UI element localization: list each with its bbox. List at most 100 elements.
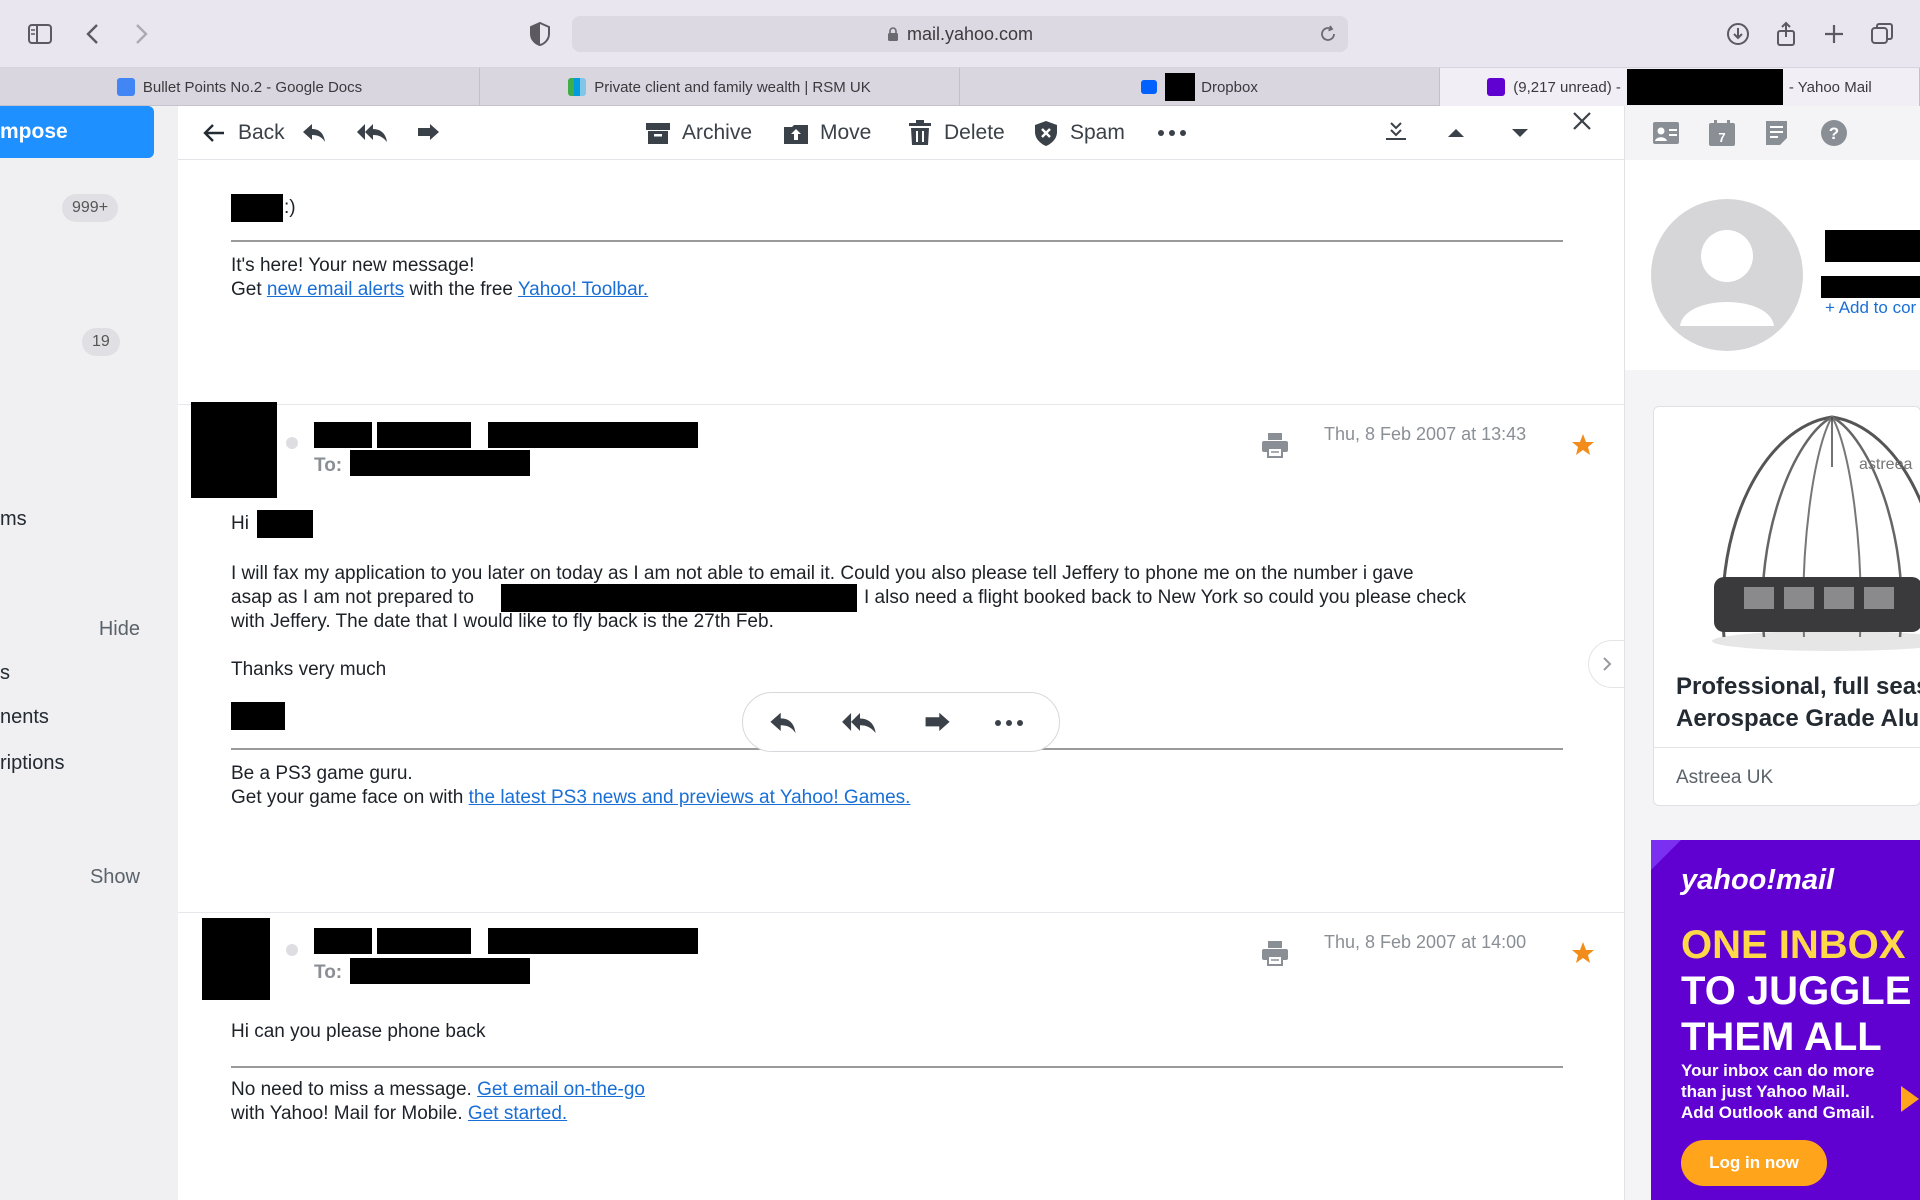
sponsored-ad-card[interactable]: astreea Professional, full seas Aerospac… [1653,406,1920,806]
redacted-block [314,928,372,954]
help-icon[interactable]: ? [1819,118,1849,148]
tab-dropbox[interactable]: Dropbox [960,68,1440,106]
hide-link[interactable]: Hide [99,618,140,641]
message-separator [178,404,1624,405]
compose-button[interactable]: mpose [0,106,154,158]
tab-google-docs[interactable]: Bullet Points No.2 - Google Docs [0,68,480,106]
ad-title-line: Professional, full seas [1676,673,1920,700]
archive-icon [646,123,670,144]
new-tab-icon[interactable] [1816,16,1852,52]
yahoo-mail-promo[interactable]: yahoo!mail ONE INBOX TO JUGGLE THEM ALL … [1651,840,1920,1200]
tab-rsm[interactable]: Private client and family wealth | RSM U… [480,68,960,106]
ps3-news-link[interactable]: the latest PS3 news and previews at Yaho… [469,787,911,808]
close-message-button[interactable] [1568,94,1606,148]
reply-icon [303,124,325,142]
reply-all-icon [357,124,387,142]
forward-button[interactable] [414,106,452,160]
tab-yahoo-mail[interactable]: (9,217 unread) - - Yahoo Mail [1440,68,1920,106]
divider [1654,747,1920,748]
message-body-line: with Jeffery. The date that I would like… [231,611,774,632]
right-panel: 7 ? + Add to cor astreea Professional, f… [1624,106,1920,1200]
move-label: Move [820,121,872,144]
download-icon[interactable] [1720,16,1756,52]
message-footer-line: Get your game face on with the latest PS… [231,786,910,810]
default-avatar [1651,199,1803,351]
more-dots-icon[interactable] [993,707,1025,739]
previous-message-button[interactable] [1442,106,1480,160]
text-fragment: with the free [409,279,513,300]
sidebar-toggle-icon[interactable] [22,16,58,52]
sidebar-item-s[interactable]: s [0,662,10,685]
back-icon[interactable] [76,16,112,52]
yahoo-mail-logo: yahoo!mail [1681,864,1835,896]
redacted-block [1626,69,1783,105]
back-button[interactable]: Back [200,106,285,160]
contacts-icon[interactable] [1651,118,1681,148]
message-body-line: Thanks very much [231,659,387,680]
star-icon[interactable] [1570,432,1596,458]
email-on-the-go-link[interactable]: Get email on-the-go [477,1079,645,1100]
caret-up-icon [1448,129,1464,137]
redacted-email [1821,276,1920,298]
show-link[interactable]: Show [90,866,140,889]
delete-button[interactable]: Delete [906,106,1005,160]
next-message-button[interactable] [1506,106,1544,160]
tab-label-suffix: - Yahoo Mail [1788,78,1872,96]
share-icon[interactable] [1768,16,1804,52]
message-toolbar: Back Archive Move Delete Spam [178,106,1624,160]
calendar-icon[interactable]: 7 [1707,118,1737,148]
notepad-icon[interactable] [1763,118,1793,148]
forward-icon [418,124,439,140]
spam-button[interactable]: Spam [1032,106,1125,160]
sidebar-item-riptions[interactable]: riptions [0,752,64,775]
yahoo-toolbar-link[interactable]: Yahoo! Toolbar. [518,279,648,300]
collapse-all-button[interactable] [1382,106,1420,160]
arrow-left-icon [203,124,224,142]
shield-icon[interactable] [522,16,558,52]
tab-overview-icon[interactable] [1864,16,1900,52]
reload-icon[interactable] [1318,24,1338,44]
sidebar-item-ms[interactable]: ms [0,508,27,531]
reply-all-icon[interactable] [841,707,879,739]
reply-icon[interactable] [767,707,799,739]
archive-button[interactable]: Archive [644,106,752,160]
print-icon[interactable] [1260,938,1290,968]
redacted-name [1825,230,1920,262]
more-button[interactable] [1156,106,1198,160]
message-body-line: I will fax my application to you later o… [231,563,1414,584]
reply-button[interactable] [300,106,338,160]
print-icon[interactable] [1260,430,1290,460]
reply-all-button[interactable] [356,106,400,160]
address-bar[interactable]: mail.yahoo.com [572,16,1348,52]
forward-icon[interactable] [122,16,158,52]
right-panel-toolbar: 7 ? [1625,106,1920,160]
yahoo-icon [1487,78,1506,96]
tab-label: Private client and family wealth | RSM U… [594,78,871,96]
add-to-contacts-link[interactable]: + Add to cor [1825,298,1916,318]
move-button[interactable]: Move [782,106,871,160]
read-status-dot[interactable] [286,437,298,449]
play-arrow-icon [1901,1086,1919,1112]
folder-count-badge: 19 [82,328,120,356]
redacted-block [257,510,313,538]
log-in-now-button[interactable]: Log in now [1681,1140,1827,1186]
get-started-link[interactable]: Get started. [468,1103,567,1124]
more-dots-icon [1158,130,1186,136]
sidebar-item-nents[interactable]: nents [0,706,49,729]
message-body-line: asap as I am not prepared to [231,587,474,608]
trash-icon [909,120,931,145]
email-alerts-link[interactable]: new email alerts [267,279,404,300]
star-icon[interactable] [1570,940,1596,966]
tab-label: Bullet Points No.2 - Google Docs [142,78,363,96]
read-status-dot[interactable] [286,944,298,956]
spam-shield-icon [1035,121,1057,146]
message-actions-pill [742,692,1060,752]
headline-line: TO JUGGLE [1681,969,1912,1013]
message-footer-line: Get new email alerts with the free Yahoo… [231,278,648,302]
message-footer-line: It's here! Your new message! [231,255,475,276]
tab-label-prefix: (9,217 unread) - [1513,78,1621,96]
headline-line: THEM ALL [1681,1015,1882,1059]
forward-icon[interactable] [921,707,953,739]
divider [231,1066,1563,1068]
message-date: Thu, 8 Feb 2007 at 14:00 [1324,932,1527,952]
